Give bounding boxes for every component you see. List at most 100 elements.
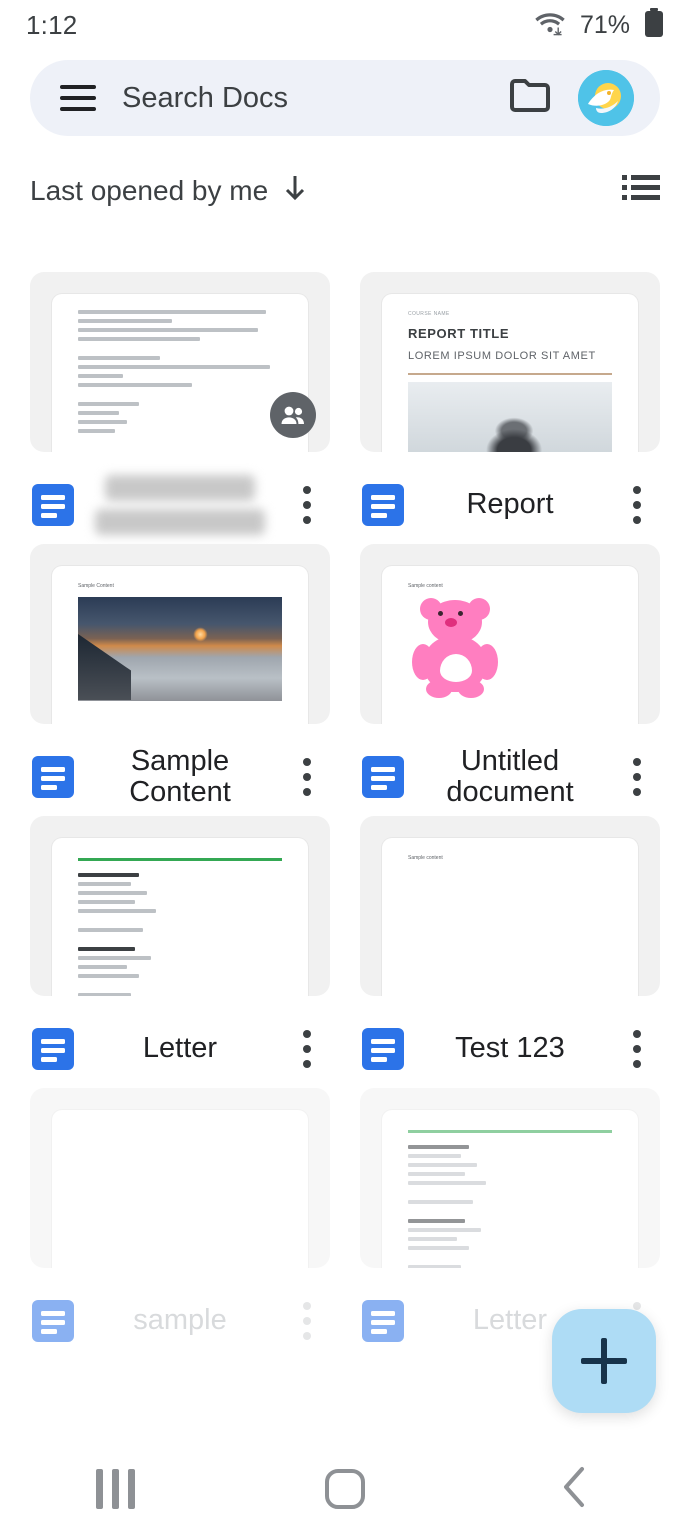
preview-label: Sample content <box>408 583 443 589</box>
document-card-footer: Test 123 <box>360 996 660 1088</box>
document-title <box>84 475 276 535</box>
document-thumbnail[interactable] <box>30 1088 330 1268</box>
document-card-footer: Sample Content <box>30 724 330 816</box>
folder-icon[interactable] <box>508 77 552 120</box>
sort-control[interactable]: Last opened by me <box>30 173 308 208</box>
home-button[interactable] <box>285 1445 405 1533</box>
document-thumbnail[interactable]: Sample Content <box>30 544 330 724</box>
document-thumbnail[interactable] <box>30 816 330 996</box>
wifi-icon <box>534 10 566 41</box>
document-card[interactable]: Sample Content Sample Content <box>30 544 330 816</box>
google-docs-icon <box>32 1300 74 1342</box>
document-title: Untitled document <box>446 744 574 808</box>
document-title: Letter <box>142 1032 218 1065</box>
preview-text: Sample content <box>382 566 638 716</box>
preview-label: Sample content <box>408 855 443 861</box>
document-preview: Sample content <box>382 566 638 724</box>
google-docs-icon <box>362 484 404 526</box>
preview-text <box>382 1110 638 1268</box>
document-thumbnail[interactable] <box>360 1088 660 1268</box>
preview-divider <box>408 1130 612 1133</box>
preview-divider <box>78 858 282 861</box>
document-card[interactable] <box>30 272 330 544</box>
preview-text <box>52 294 308 452</box>
account-avatar[interactable] <box>578 70 634 126</box>
more-options-icon[interactable] <box>616 482 658 528</box>
more-options-icon[interactable] <box>286 1026 328 1072</box>
document-card[interactable]: sample <box>30 1088 330 1360</box>
preview-photo <box>408 382 612 452</box>
android-navigation-bar <box>0 1445 690 1533</box>
search-bar[interactable]: Search Docs <box>30 60 660 136</box>
document-title: Report <box>466 488 554 521</box>
document-thumbnail[interactable]: Sample content <box>360 816 660 996</box>
google-docs-icon <box>32 484 74 526</box>
status-bar-indicators: 71% <box>534 7 664 43</box>
list-view-icon[interactable] <box>622 172 660 209</box>
document-preview: Sample Content <box>52 566 308 724</box>
document-card-footer <box>30 452 330 544</box>
document-preview <box>382 1110 638 1268</box>
document-title: Sample Content <box>129 744 231 808</box>
document-preview <box>52 838 308 996</box>
document-card-footer: Report <box>360 452 660 544</box>
documents-grid: COURSE NAME REPORT TITLE LOREM IPSUM DOL… <box>0 272 690 1360</box>
arrow-down-icon[interactable] <box>282 173 308 208</box>
more-options-icon[interactable] <box>286 1298 328 1344</box>
document-title: sample <box>133 1304 227 1337</box>
document-thumbnail[interactable]: Sample content <box>360 544 660 724</box>
document-preview <box>52 1110 308 1268</box>
document-thumbnail[interactable]: COURSE NAME REPORT TITLE LOREM IPSUM DOL… <box>360 272 660 452</box>
preview-text: Sample Content <box>52 566 308 717</box>
hamburger-menu-icon[interactable] <box>60 85 96 111</box>
document-card-footer: Letter <box>30 996 330 1088</box>
preview-photo <box>78 596 282 701</box>
document-title: Test 123 <box>455 1032 565 1065</box>
google-docs-icon <box>362 756 404 798</box>
google-docs-home-screen: 1:12 71% Search Docs Last opened by me C… <box>0 0 690 1533</box>
redacted-title-blur <box>84 475 276 535</box>
document-card[interactable]: Sample content Test 123 <box>360 816 660 1088</box>
recents-button[interactable] <box>55 1445 175 1533</box>
document-card[interactable]: COURSE NAME REPORT TITLE LOREM IPSUM DOL… <box>360 272 660 544</box>
preview-text <box>52 838 308 996</box>
preview-photo <box>412 596 517 700</box>
google-docs-icon <box>362 1300 404 1342</box>
document-card[interactable]: Letter <box>30 816 330 1088</box>
preview-text: COURSE NAME REPORT TITLE LOREM IPSUM DOL… <box>382 294 638 452</box>
document-card[interactable]: Sample content Untitled document <box>360 544 660 816</box>
preview-subtitle: LOREM IPSUM DOLOR SIT AMET <box>408 350 596 363</box>
document-preview: COURSE NAME REPORT TITLE LOREM IPSUM DOL… <box>382 294 638 452</box>
more-options-icon[interactable] <box>616 1026 658 1072</box>
create-document-fab[interactable] <box>552 1309 656 1413</box>
battery-icon <box>644 7 664 43</box>
preview-label: Sample Content <box>78 583 114 589</box>
status-bar: 1:12 71% <box>0 0 690 50</box>
document-card-footer: sample <box>30 1268 330 1360</box>
google-docs-icon <box>32 1028 74 1070</box>
battery-percentage: 71% <box>579 10 630 39</box>
more-options-icon[interactable] <box>616 754 658 800</box>
preview-divider <box>408 373 612 376</box>
status-bar-clock: 1:12 <box>26 9 78 40</box>
document-card-footer: Untitled document <box>360 724 660 816</box>
document-thumbnail[interactable] <box>30 272 330 452</box>
search-input[interactable]: Search Docs <box>122 82 482 115</box>
back-button[interactable] <box>515 1445 635 1533</box>
recents-icon <box>95 1469 135 1509</box>
plus-icon-vertical <box>601 1338 607 1384</box>
more-options-icon[interactable] <box>286 482 328 528</box>
document-preview <box>52 294 308 452</box>
preview-supertitle: COURSE NAME <box>408 311 450 317</box>
more-options-icon[interactable] <box>286 754 328 800</box>
google-docs-icon <box>32 756 74 798</box>
sort-label[interactable]: Last opened by me <box>30 175 268 207</box>
home-icon <box>325 1469 365 1509</box>
back-icon <box>558 1465 592 1514</box>
preview-title: REPORT TITLE <box>408 325 510 341</box>
sort-and-view-row: Last opened by me <box>0 136 690 209</box>
preview-text: Sample content <box>382 838 638 880</box>
google-docs-icon <box>362 1028 404 1070</box>
people-shared-icon <box>270 392 316 438</box>
search-bar-container: Search Docs <box>0 50 690 136</box>
